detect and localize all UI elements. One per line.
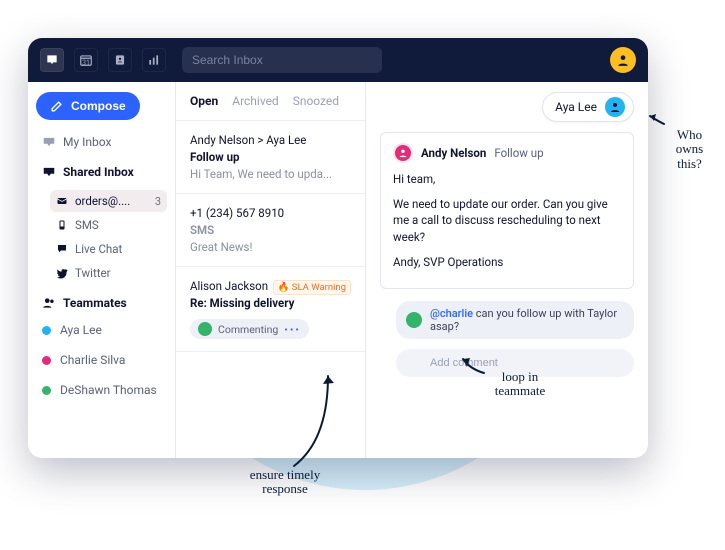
thread-phone: +1 (234) 567 8910	[190, 206, 351, 220]
comment-text: @charlie can you follow up with Taylor a…	[430, 307, 624, 333]
nav-calendar-icon[interactable]: 31	[74, 48, 98, 72]
nav-contacts-icon[interactable]	[108, 48, 132, 72]
teammate-deshawn-label: DeShawn Thomas	[60, 383, 157, 397]
thread-preview: Great News!	[190, 240, 351, 254]
commenting-label: Commenting	[218, 323, 278, 336]
status-dot-icon	[42, 356, 51, 365]
annotation-who-owns: Who owns this?	[662, 128, 717, 171]
comment-mention[interactable]: @charlie	[430, 307, 473, 320]
teammate-aya-label: Aya Lee	[60, 323, 102, 337]
message-subject: Follow up	[494, 146, 543, 160]
message-card: Andy Nelson Follow up Hi team, We need t…	[380, 132, 634, 289]
internal-comment: @charlie can you follow up with Taylor a…	[396, 301, 634, 339]
sender-avatar-icon	[393, 143, 413, 163]
nav-analytics-icon[interactable]	[142, 48, 166, 72]
thread-subject: Re: Missing delivery	[190, 296, 351, 310]
search-input[interactable]	[192, 53, 372, 67]
thread-item[interactable]: Andy Nelson > Aya Lee Follow up Hi Team,…	[176, 121, 365, 194]
nav-inbox-icon[interactable]	[40, 48, 64, 72]
search-box[interactable]	[182, 47, 382, 73]
tab-snoozed[interactable]: Snoozed	[293, 94, 339, 108]
teammate-charlie[interactable]: Charlie Silva	[36, 348, 167, 372]
sms-icon	[56, 219, 68, 231]
teammates-icon	[42, 296, 56, 310]
tab-open[interactable]: Open	[190, 94, 218, 108]
self-avatar-icon	[406, 355, 422, 371]
channel-sms-label: SMS	[75, 218, 99, 232]
nav-my-inbox[interactable]: My Inbox	[36, 130, 167, 154]
channel-livechat[interactable]: Live Chat	[50, 238, 167, 260]
my-inbox-label: My Inbox	[63, 135, 111, 149]
channel-orders-badge: 3	[155, 195, 161, 208]
thread-from: Andy Nelson > Aya Lee	[190, 133, 351, 147]
teammate-deshawn[interactable]: DeShawn Thomas	[36, 378, 167, 402]
tab-archived[interactable]: Archived	[232, 94, 278, 108]
shared-inbox-icon	[42, 165, 56, 179]
conversation-pane: Aya Lee Andy Nelson Follow up Hi team,	[366, 82, 648, 458]
message-from: Andy Nelson	[421, 146, 486, 160]
channel-sms[interactable]: SMS	[50, 214, 167, 236]
channel-twitter[interactable]: Twitter	[50, 262, 167, 284]
nav-shared-inbox[interactable]: Shared Inbox	[36, 160, 167, 184]
thread-item[interactable]: +1 (234) 567 8910 SMS Great News!	[176, 194, 365, 267]
status-dot-icon	[42, 326, 51, 335]
inbox-icon	[42, 135, 56, 149]
message-body: We need to update our order. Can you giv…	[393, 196, 621, 246]
commenter-avatar-icon	[406, 312, 422, 328]
thread-preview: Hi Team, We need to upda...	[190, 167, 351, 181]
channel-livechat-label: Live Chat	[75, 242, 122, 256]
thread-from: Alison Jackson	[190, 279, 268, 293]
annotation-timely: ensure timely response	[240, 468, 330, 497]
current-user-avatar[interactable]	[610, 47, 636, 73]
compose-label: Compose	[71, 99, 126, 113]
channel-orders[interactable]: orders@.... 3	[50, 190, 167, 212]
assignee-chip[interactable]: Aya Lee	[542, 92, 634, 122]
message-greeting: Hi team,	[393, 171, 621, 188]
channel-orders-label: orders@....	[75, 194, 130, 208]
compose-button[interactable]: Compose	[36, 92, 140, 120]
sla-warning-badge: 🔥 SLA Warning	[273, 280, 351, 295]
teammates-title: Teammates	[63, 296, 127, 310]
twitter-icon	[56, 267, 68, 279]
teammate-charlie-label: Charlie Silva	[60, 353, 125, 367]
thread-subject: Follow up	[190, 150, 351, 164]
commenter-avatar-icon	[198, 322, 212, 336]
message-signoff: Andy, SVP Operations	[393, 254, 621, 271]
typing-dots-icon: •••	[284, 323, 301, 336]
thread-item[interactable]: Alison Jackson 🔥 SLA Warning Re: Missing…	[176, 267, 365, 352]
channel-twitter-label: Twitter	[75, 266, 111, 280]
topbar: 31	[28, 38, 648, 82]
mail-icon	[56, 195, 68, 207]
annotation-loop: loop in teammate	[480, 370, 560, 399]
sidebar: Compose My Inbox Shared Inbox orders@...…	[28, 82, 176, 458]
thread-tabs: Open Archived Snoozed	[176, 82, 365, 121]
teammate-aya[interactable]: Aya Lee	[36, 318, 167, 342]
assignee-name: Aya Lee	[555, 100, 597, 114]
shared-inbox-label: Shared Inbox	[63, 165, 134, 179]
assignee-avatar-icon	[605, 97, 625, 117]
chat-icon	[56, 243, 68, 255]
thread-subject: SMS	[190, 223, 351, 237]
status-dot-icon	[42, 386, 51, 395]
compose-icon	[50, 100, 63, 113]
commenting-indicator: Commenting •••	[190, 319, 309, 339]
teammates-title-row: Teammates	[36, 290, 167, 312]
